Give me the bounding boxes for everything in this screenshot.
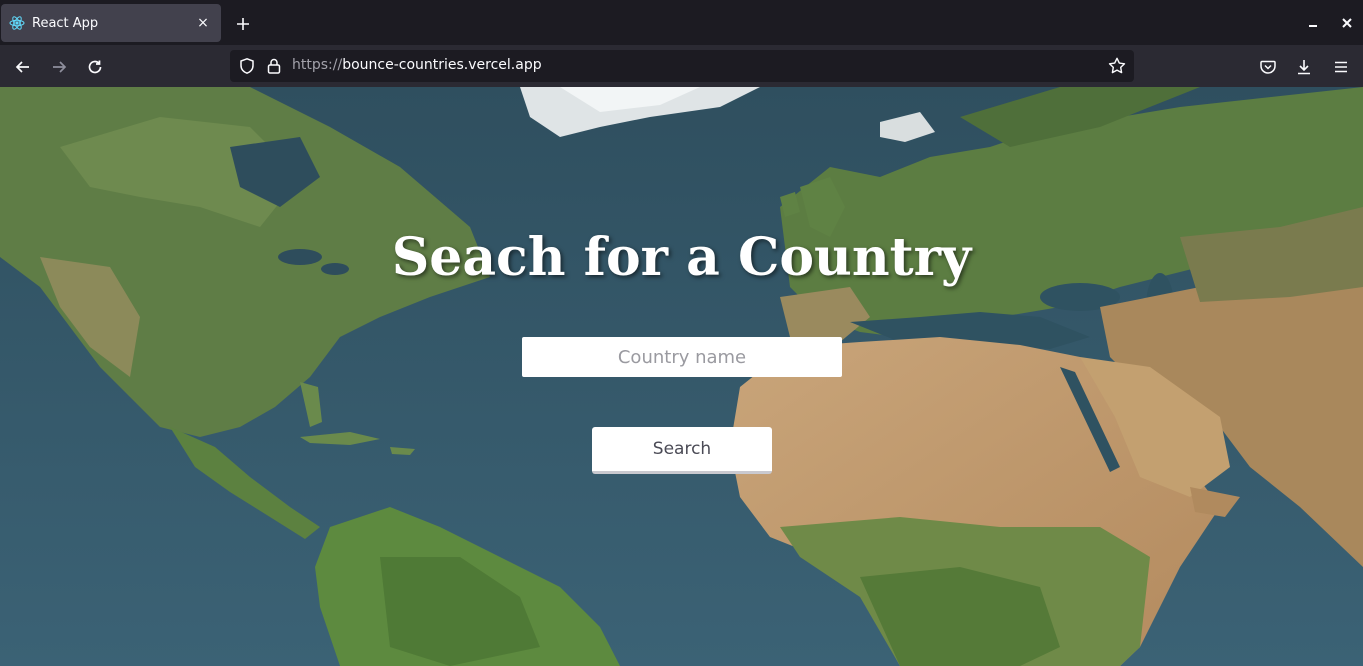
shield-icon[interactable] xyxy=(238,57,256,75)
pocket-button[interactable] xyxy=(1254,53,1282,81)
hamburger-menu-icon xyxy=(1335,61,1347,73)
reload-icon xyxy=(88,60,102,74)
downloads-button[interactable] xyxy=(1290,53,1318,81)
tab-strip: React App × xyxy=(0,0,1363,45)
star-icon[interactable] xyxy=(1107,56,1127,76)
new-tab-button[interactable] xyxy=(230,11,256,37)
download-icon xyxy=(1298,60,1310,75)
url-host: bounce-countries.vercel.app xyxy=(342,57,542,73)
minimize-button[interactable] xyxy=(1302,12,1324,34)
page-title: Seach for a Country xyxy=(391,227,972,288)
navigation-bar: https://bounce-countries.vercel.app xyxy=(0,45,1363,87)
plus-icon xyxy=(237,18,249,30)
react-atom-icon xyxy=(9,15,25,31)
page-content: Seach for a Country Search xyxy=(0,87,1363,666)
forward-button[interactable] xyxy=(45,53,73,81)
arrow-left-icon xyxy=(15,61,29,73)
search-button[interactable]: Search xyxy=(592,427,772,474)
url-bar[interactable]: https://bounce-countries.vercel.app xyxy=(230,50,1134,82)
tab-title: React App xyxy=(32,15,99,31)
reload-button[interactable] xyxy=(81,53,109,81)
minimize-icon xyxy=(1309,25,1317,27)
country-search-input[interactable] xyxy=(522,337,842,377)
arrow-right-icon xyxy=(53,61,67,73)
lock-icon[interactable] xyxy=(265,57,283,75)
tab-react-app[interactable]: React App × xyxy=(1,4,221,42)
close-icon xyxy=(1342,18,1352,28)
url-scheme: https:// xyxy=(292,57,343,73)
pocket-icon xyxy=(1260,60,1276,74)
menu-button[interactable] xyxy=(1327,53,1355,81)
url-text[interactable]: https://bounce-countries.vercel.app xyxy=(292,57,542,73)
close-window-button[interactable] xyxy=(1336,12,1358,34)
back-button[interactable] xyxy=(9,53,37,81)
tab-close-icon[interactable]: × xyxy=(193,13,213,33)
